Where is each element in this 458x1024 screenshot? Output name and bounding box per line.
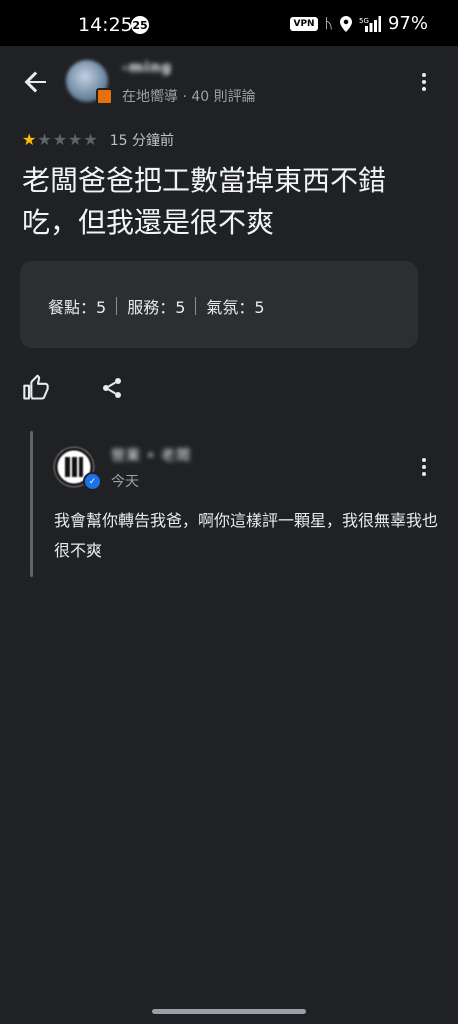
star-filled-icon: ★: [22, 130, 37, 149]
reply-more-vert-icon[interactable]: [412, 455, 436, 479]
review-header: -ming 在地嚮導 · 40 則評論: [0, 46, 458, 118]
owner-reply-date: 今天: [111, 474, 139, 490]
review-attributes-card: 餐點：5 服務：5 氣氛：5: [20, 261, 418, 348]
star-empty-icon: ★: [68, 130, 83, 149]
attribute-service: 服務：5: [127, 298, 186, 317]
battery-level: 97%: [387, 13, 428, 34]
reviewer-meta: 在地嚮導 · 40 則評論: [122, 89, 256, 105]
home-indicator[interactable]: [152, 1009, 306, 1014]
divider: [116, 297, 118, 315]
star-rating: ★ ★ ★ ★ ★: [22, 131, 98, 149]
bluetooth-icon: ᛷ: [324, 15, 333, 32]
network-type-label: 5G: [359, 17, 369, 25]
vpn-icon: VPN: [290, 16, 318, 31]
notification-count-badge: 25: [131, 16, 149, 34]
owner-reply-text: 我會幫你轉告我爸，啊你這樣評一顆星，我很無辜我也很不爽: [54, 511, 439, 560]
status-bar: 14:25 25 VPN ᛷ 5G 97%: [0, 0, 458, 46]
verified-badge-icon: ✓: [83, 472, 102, 491]
status-time: 14:25: [78, 14, 133, 36]
reply-thread-line: [30, 431, 33, 577]
reviewer-name[interactable]: -ming: [122, 60, 172, 76]
divider: [195, 297, 197, 315]
star-empty-icon: ★: [52, 130, 68, 149]
attribute-food: 餐點：5: [48, 298, 107, 317]
location-icon: [339, 15, 352, 32]
attributes-row: 餐點：5 服務：5 氣氛：5: [48, 294, 265, 318]
local-guide-badge-icon: [96, 88, 113, 105]
star-empty-icon: ★: [83, 130, 98, 149]
status-icons: VPN ᛷ 5G 97%: [290, 13, 428, 34]
signal-icon: 5G: [359, 15, 381, 32]
star-empty-icon: ★: [37, 130, 52, 149]
rating-row: ★ ★ ★ ★ ★ 15 分鐘前: [22, 130, 174, 150]
owner-name[interactable]: 營業 • 老闆: [111, 445, 191, 465]
more-vert-icon[interactable]: [412, 70, 436, 94]
thumbs-up-icon[interactable]: [22, 374, 50, 402]
attribute-atmosphere: 氣氛：5: [206, 298, 265, 317]
review-text: 老闆爸爸把工數當掉東西不錯吃，但我還是很不爽: [22, 164, 387, 239]
review-time: 15 分鐘前: [109, 133, 174, 149]
back-arrow-icon[interactable]: [18, 64, 54, 100]
share-icon[interactable]: [100, 376, 124, 400]
